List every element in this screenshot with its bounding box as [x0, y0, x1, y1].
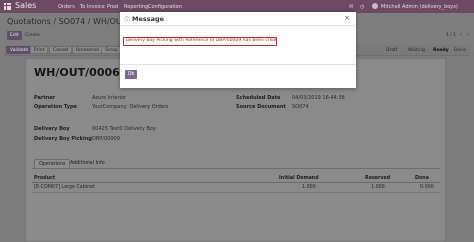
tab-additional-info[interactable]: Additional Info	[66, 159, 109, 168]
column-reserved[interactable]: Reserved	[365, 176, 390, 181]
operation-type-value[interactable]: YourCompany: Delivery Orders	[92, 104, 169, 110]
tab-divider	[32, 168, 440, 169]
edit-button[interactable]: Edit	[7, 31, 22, 40]
validate-button[interactable]: Validate	[6, 46, 33, 54]
row-reserved: 1.000	[371, 185, 385, 190]
menu-orders[interactable]: Orders	[58, 4, 75, 10]
message-dialog: ⓘ Message × Delivery boy Picking with Re…	[120, 12, 356, 88]
scrap-button[interactable]: Scrap	[101, 46, 122, 54]
row-product: [E-COM07] Large Cabinet	[34, 185, 95, 190]
source-document-label: Source Document	[236, 104, 286, 110]
scheduled-date-label: Scheduled Date	[236, 95, 281, 101]
unreserve-button[interactable]: Unreserve	[72, 46, 104, 54]
chat-icon[interactable]: ✉	[349, 4, 353, 10]
pager-value: 1 / 1	[445, 33, 456, 38]
stage-done[interactable]: Done	[450, 46, 470, 55]
chevron-right-icon[interactable]: ›	[465, 31, 471, 39]
menu-configuration[interactable]: Configuration	[148, 4, 182, 10]
app-name: Sales	[15, 1, 37, 10]
operation-type-label: Operation Type	[34, 104, 77, 110]
delivery-boy-value[interactable]: 00425 Test0 Delivery Boy	[92, 126, 156, 132]
stage-waiting[interactable]: Waiting	[404, 46, 429, 55]
chevron-left-icon[interactable]: ‹	[458, 31, 464, 39]
info-icon: ⓘ	[124, 17, 131, 24]
menu-prod[interactable]: Prod	[107, 4, 118, 10]
row-done: 0.000	[420, 185, 434, 190]
tab-operations[interactable]: Operations	[34, 159, 71, 168]
stage-draft[interactable]: Draft	[382, 46, 401, 55]
dialog-header: ⓘ Message ×	[120, 12, 356, 26]
delivery-boy-label: Delivery Boy	[34, 126, 70, 132]
column-initial-demand[interactable]: Initial Demand	[279, 176, 319, 181]
table-row[interactable]: [E-COM07] Large Cabinet 1.000 1.000 0.00…	[32, 184, 440, 193]
dialog-title: Message	[132, 15, 165, 23]
avatar[interactable]	[372, 3, 378, 9]
column-product[interactable]: Product	[34, 176, 55, 181]
apps-grid-icon[interactable]	[4, 3, 11, 10]
partner-value[interactable]: Azure Interior	[92, 95, 126, 101]
row-initial-demand: 1.000	[302, 185, 316, 190]
dialog-message: Delivery boy Picking with Reference Id D…	[123, 37, 277, 46]
column-done[interactable]: Done	[415, 176, 429, 181]
print-button[interactable]: Print	[30, 46, 49, 54]
create-button[interactable]: Create	[22, 31, 43, 40]
delivery-boy-picking-value[interactable]: DBP/00009	[92, 136, 120, 142]
user-menu[interactable]: Mitchell Admin (delivery_boys)	[381, 4, 458, 10]
scheduled-date-value: 04/03/2019 16:44:38	[292, 95, 345, 101]
close-icon[interactable]: ×	[344, 14, 350, 22]
menu-to-invoice[interactable]: To Invoice	[80, 4, 105, 10]
source-document-value: SO074	[292, 104, 309, 110]
picking-reference: WH/OUT/00063	[34, 66, 128, 79]
menu-reporting[interactable]: Reporting	[124, 4, 148, 10]
ok-button[interactable]: Ok	[125, 70, 137, 79]
partner-label: Partner	[34, 95, 56, 101]
dialog-footer: Ok	[120, 64, 356, 88]
delivery-boy-picking-label: Delivery Boy Picking	[34, 136, 92, 142]
activity-icon[interactable]: ◷	[360, 4, 364, 10]
table-header: Product Initial Demand Reserved Done	[32, 175, 440, 183]
cancel-button[interactable]: Cancel	[49, 46, 73, 54]
